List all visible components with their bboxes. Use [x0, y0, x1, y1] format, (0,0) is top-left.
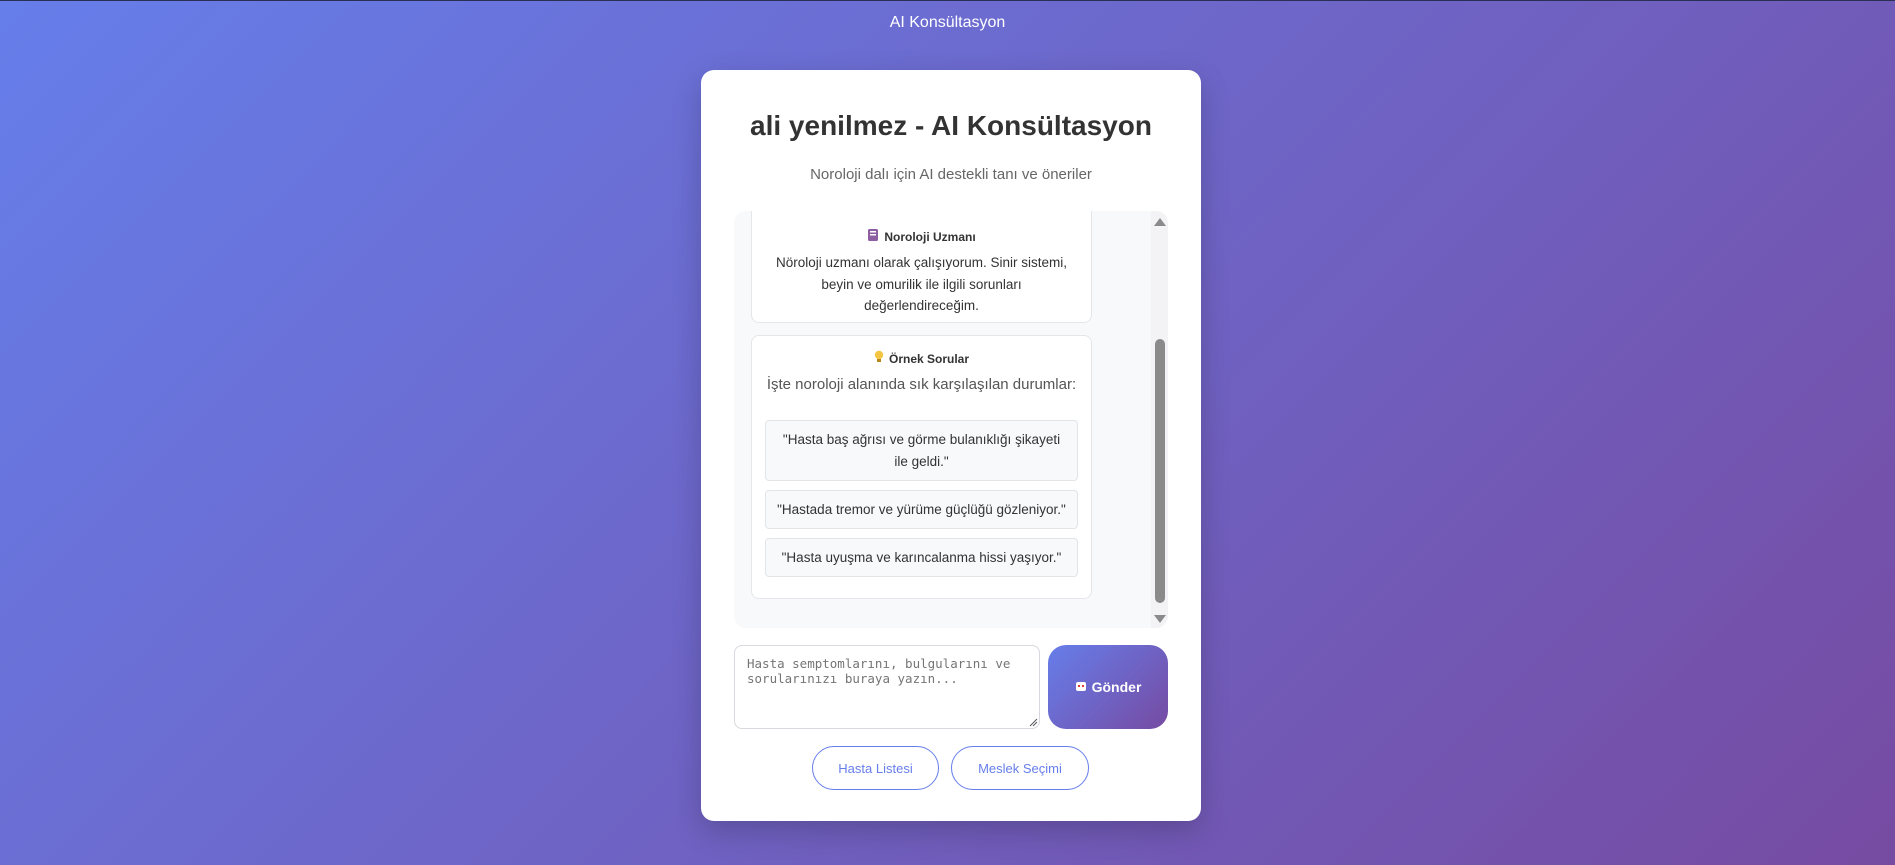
- examples-intro: İşte noroloji alanında sık karşılaşılan …: [766, 376, 1077, 393]
- page-title: ali yenilmez - AI Konsültasyon: [750, 110, 1152, 141]
- examples-title: Örnek Sorular: [888, 351, 970, 366]
- profession-select-button[interactable]: Meslek Seçimi: [951, 746, 1089, 790]
- example-question[interactable]: "Hasta baş ağrısı ve görme bulanıklığı ş…: [765, 420, 1078, 481]
- example-question[interactable]: "Hasta uyuşma ve karıncalanma hissi yaşı…: [765, 538, 1078, 577]
- scroll-thumb[interactable]: [1155, 339, 1165, 603]
- specialist-header: Noroloji Uzmanı: [752, 228, 1091, 245]
- scroll-up-arrow-icon[interactable]: [1154, 218, 1166, 226]
- specialist-title: Noroloji Uzmanı: [884, 229, 976, 244]
- chat-area[interactable]: Noroloji Uzmanı Nöroloji uzmanı olarak ç…: [734, 211, 1168, 628]
- send-button[interactable]: Gönder: [1048, 645, 1168, 729]
- chat-scrollbar[interactable]: [1151, 211, 1168, 628]
- window-title: AI Konsültasyon: [889, 14, 1006, 31]
- message-input[interactable]: [734, 645, 1040, 729]
- scroll-down-arrow-icon[interactable]: [1154, 615, 1166, 623]
- examples-header: Örnek Sorular: [752, 350, 1091, 367]
- page-subtitle: Noroloji dalı için AI destekli tanı ve ö…: [810, 166, 1092, 183]
- specialist-text: Nöroloji uzmanı olarak çalışıyorum. Sini…: [775, 255, 1068, 313]
- resize-grip-icon[interactable]: [1028, 717, 1038, 727]
- example-question[interactable]: "Hastada tremor ve yürüme güçlüğü gözlen…: [765, 490, 1078, 529]
- robot-icon: [1075, 679, 1087, 695]
- window-top-border: [0, 0, 1895, 1]
- lightbulb-icon: [874, 350, 884, 367]
- patient-list-button[interactable]: Hasta Listesi: [812, 746, 939, 790]
- consultation-card: ali yenilmez - AI Konsültasyon Noroloji …: [701, 70, 1201, 821]
- brain-book-icon: [867, 228, 879, 245]
- examples-message: Örnek Sorular İşte noroloji alanında sık…: [751, 335, 1092, 599]
- specialist-message: Noroloji Uzmanı Nöroloji uzmanı olarak ç…: [751, 211, 1092, 323]
- send-label: Gönder: [1091, 679, 1142, 695]
